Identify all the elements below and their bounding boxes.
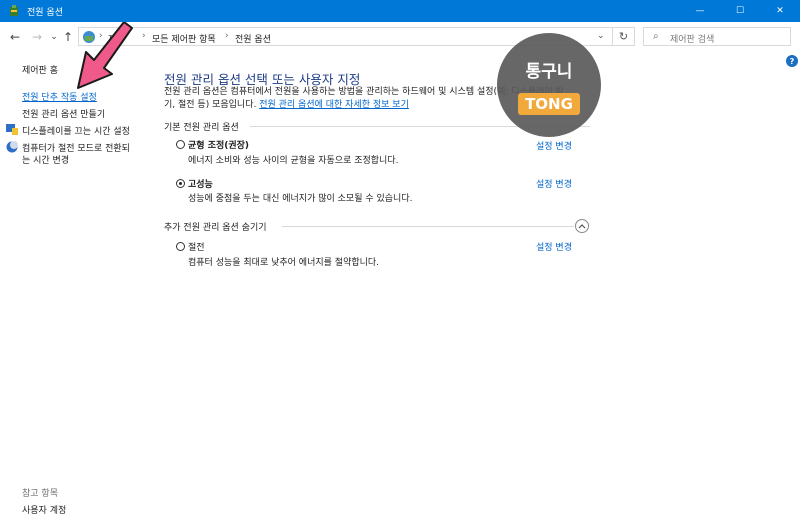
power-options-icon xyxy=(10,5,18,16)
arrow-left-icon: ← xyxy=(9,30,21,44)
group-divider xyxy=(282,226,574,227)
plan-high-performance-name[interactable]: 고성능 xyxy=(188,177,213,190)
watermark-logo: 통구니 TONG xyxy=(497,33,601,137)
search-box[interactable]: ⌕ 제어판 검색 xyxy=(643,27,791,46)
address-dropdown-icon[interactable]: ⌄ xyxy=(597,31,605,41)
collapse-extra-plans-button[interactable] xyxy=(575,219,589,233)
sidebar-item-create-power-plan[interactable]: 전원 관리 옵션 만들기 xyxy=(22,107,105,120)
plan-balanced-radio[interactable] xyxy=(176,140,185,149)
logo-text: 통구니 xyxy=(525,62,573,82)
main-content: 전원 관리 옵션 선택 또는 사용자 지정 전원 관리 옵션은 컴퓨터에서 전원… xyxy=(164,55,794,529)
see-also-title: 참고 항목 xyxy=(22,489,58,499)
forward-button[interactable]: → xyxy=(30,30,44,44)
sidebar-item-user-accounts[interactable]: 사용자 계정 xyxy=(22,503,66,516)
window-title: 전원 옵션 xyxy=(27,8,63,18)
plan-balanced-change-link[interactable]: 설정 변경 xyxy=(536,139,572,152)
plan-power-saver-radio[interactable] xyxy=(176,242,185,251)
sleep-moon-icon xyxy=(6,141,18,153)
plan-power-saver-desc: 컴퓨터 성능을 최대로 낮추어 에너지를 절약합니다. xyxy=(188,258,380,268)
plan-balanced-name[interactable]: 균형 조정(권장) xyxy=(188,138,249,151)
plan-power-saver-name[interactable]: 절전 xyxy=(188,240,205,253)
basic-plans-label: 기본 전원 관리 옵션 xyxy=(164,123,239,133)
close-button[interactable]: ✕ xyxy=(760,0,800,22)
chevron-down-icon: ⌄ xyxy=(50,32,58,42)
more-info-link[interactable]: 전원 관리 옵션에 대한 자세한 정보 보기 xyxy=(259,100,409,110)
minimize-button[interactable]: — xyxy=(680,0,720,22)
plan-high-performance-desc: 성능에 중점을 두는 대신 에너지가 많이 소모될 수 있습니다. xyxy=(188,194,413,204)
plan-balanced-desc: 에너지 소비와 성능 사이의 균형을 자동으로 조정합니다. xyxy=(188,156,399,166)
search-icon: ⌕ xyxy=(653,31,659,42)
sidebar-item-display-off-time[interactable]: 디스플레이를 끄는 시간 설정 xyxy=(22,124,130,137)
maximize-button[interactable]: ☐ xyxy=(720,0,760,22)
refresh-button[interactable]: ↻ xyxy=(612,27,634,46)
plan-high-performance-radio[interactable] xyxy=(176,179,185,188)
title-bar: 전원 옵션 — ☐ ✕ xyxy=(0,0,800,22)
breadcrumb-power-options[interactable]: 전원 옵션 xyxy=(235,32,271,45)
plan-power-saver-change-link[interactable]: 설정 변경 xyxy=(536,240,572,253)
description-line2: 기, 절전 등) 모음입니다. xyxy=(164,100,260,110)
recent-locations-button[interactable]: ⌄ xyxy=(47,30,61,44)
sidebar-item-sleep-time-line2[interactable]: 는 시간 변경 xyxy=(22,153,69,166)
breadcrumb-all-items[interactable]: 모든 제어판 항목 xyxy=(152,32,216,45)
refresh-icon: ↻ xyxy=(618,30,629,43)
annotation-arrow-icon xyxy=(77,22,133,89)
back-button[interactable]: ← xyxy=(8,30,22,44)
arrow-right-icon: → xyxy=(31,30,43,44)
help-icon[interactable]: ? xyxy=(786,55,798,67)
shield-monitor-icon xyxy=(6,124,18,135)
sidebar-item-control-panel-home[interactable]: 제어판 홈 xyxy=(22,63,58,76)
plan-high-performance-change-link[interactable]: 설정 변경 xyxy=(536,177,572,190)
logo-badge: TONG xyxy=(518,93,580,115)
extra-plans-label: 추가 전원 관리 옵션 숨기기 xyxy=(164,223,267,233)
search-placeholder: 제어판 검색 xyxy=(670,35,715,45)
chevron-up-icon xyxy=(578,224,586,229)
